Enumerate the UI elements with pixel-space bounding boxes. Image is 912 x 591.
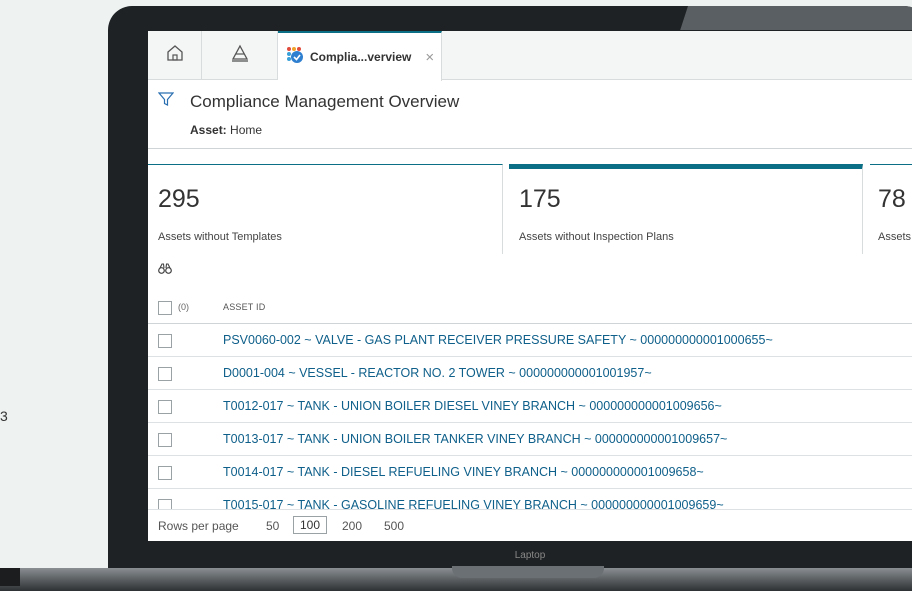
selected-count: (0)	[178, 302, 189, 312]
select-all-checkbox[interactable]	[158, 301, 172, 315]
asset-link[interactable]: T0012-017 ~ TANK - UNION BOILER DIESEL V…	[223, 399, 722, 413]
table-row: D0001-004 ~ VESSEL - REACTOR NO. 2 TOWER…	[148, 357, 912, 390]
table-row: PSV0060-002 ~ VALVE - GAS PLANT RECEIVER…	[148, 324, 912, 357]
rows-option-500[interactable]: 500	[384, 519, 404, 533]
filter-icon[interactable]	[157, 91, 175, 112]
asset-link[interactable]: PSV0060-002 ~ VALVE - GAS PLANT RECEIVER…	[223, 333, 773, 347]
page-header: Compliance Management Overview Asset: Ho…	[148, 81, 912, 149]
asset-context: Asset: Home	[190, 123, 262, 137]
card-count: 175	[519, 185, 561, 213]
row-checkbox[interactable]	[158, 400, 172, 414]
asset-link[interactable]: D0001-004 ~ VESSEL - REACTOR NO. 2 TOWER…	[223, 366, 652, 380]
tab-compliance-overview[interactable]: Complia...verview ×	[278, 31, 442, 81]
table-row: T0014-017 ~ TANK - DIESEL REFUELING VINE…	[148, 456, 912, 489]
binoculars-icon[interactable]	[158, 263, 172, 278]
tab-hierarchy[interactable]	[202, 31, 278, 80]
pyramid-icon	[230, 43, 250, 68]
page-edge-fragment: 3	[0, 408, 8, 426]
rows-option-50[interactable]: 50	[266, 519, 279, 533]
edge-text: 3	[0, 408, 8, 424]
card-count: 78	[878, 185, 906, 213]
row-checkbox[interactable]	[158, 466, 172, 480]
pagination: Rows per page 50 100 200 500	[148, 509, 912, 541]
asset-table: (0) ASSET ID PSV0060-002 ~ VALVE - GAS P…	[148, 292, 912, 522]
page-title: Compliance Management Overview	[190, 92, 460, 111]
asset-link[interactable]: T0013-017 ~ TANK - UNION BOILER TANKER V…	[223, 432, 727, 446]
card-assets-without-inspection-plans[interactable]: 175 Assets without Inspection Plans	[509, 164, 863, 254]
card-count: 295	[158, 185, 200, 213]
row-checkbox[interactable]	[158, 367, 172, 381]
laptop-notch	[452, 566, 604, 578]
table-row: T0013-017 ~ TANK - UNION BOILER TANKER V…	[148, 423, 912, 456]
summary-cards: 295 Assets without Templates 175 Assets …	[148, 164, 912, 254]
asset-link[interactable]: T0014-017 ~ TANK - DIESEL REFUELING VINE…	[223, 465, 704, 479]
column-asset-id[interactable]: ASSET ID	[223, 302, 265, 312]
rows-option-100[interactable]: 100	[293, 516, 328, 534]
table-header: (0) ASSET ID	[148, 292, 912, 324]
card-caption: Assets without Inspection Plans	[519, 231, 674, 243]
card-caption: Assets without Templates	[158, 231, 282, 243]
compliance-app-icon	[286, 46, 304, 69]
bezel-highlight	[680, 6, 912, 30]
tab-bar: Complia...verview ×	[148, 31, 912, 81]
row-checkbox[interactable]	[158, 433, 172, 447]
home-icon	[165, 43, 185, 68]
laptop-label: Laptop	[514, 550, 546, 561]
asset-value: Home	[230, 123, 263, 137]
tab-home[interactable]	[148, 31, 202, 80]
card-assets-without-templates[interactable]: 295 Assets without Templates	[148, 164, 503, 254]
card-assets-partial[interactable]: 78 Assets	[870, 164, 912, 254]
grid-toolbar	[148, 254, 912, 290]
rows-option-200[interactable]: 200	[342, 519, 362, 533]
app-screen: Complia...verview × Compliance Managemen…	[148, 31, 912, 541]
card-caption: Assets	[878, 231, 912, 243]
row-checkbox[interactable]	[158, 334, 172, 348]
tab-close-button[interactable]: ×	[425, 49, 434, 66]
table-row: T0012-017 ~ TANK - UNION BOILER DIESEL V…	[148, 390, 912, 423]
laptop-base-left	[0, 568, 20, 586]
asset-label: Asset:	[190, 123, 227, 137]
rows-per-page-label: Rows per page	[158, 519, 239, 533]
tab-label: Complia...verview	[310, 50, 412, 64]
